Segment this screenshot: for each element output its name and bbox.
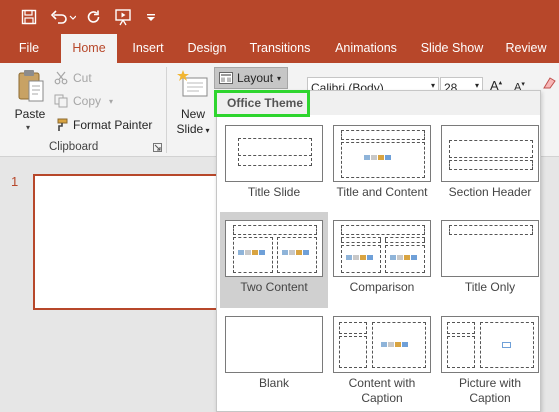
slide-number: 1 — [11, 174, 19, 189]
layout-thumbnail — [333, 316, 431, 373]
cut-button[interactable]: Cut — [54, 68, 92, 88]
copy-button[interactable]: Copy ▾ — [54, 91, 113, 111]
layout-thumbnail — [441, 316, 539, 373]
layout-thumbnail — [441, 125, 539, 182]
group-divider — [166, 67, 167, 153]
format-painter-label: Format Painter — [73, 118, 153, 132]
chevron-down-icon: ▾ — [26, 123, 31, 132]
content-icons — [238, 250, 265, 255]
chevron-down-icon: ▾ — [203, 126, 210, 135]
layout-label: Comparison — [349, 280, 415, 294]
layout-icon — [219, 72, 233, 84]
save-icon[interactable] — [18, 6, 40, 28]
ribbon-tabs: File Home Insert Design Transitions Anim… — [0, 34, 559, 63]
layout-thumbnail — [333, 125, 431, 182]
layout-label-text: Content with Caption — [348, 376, 416, 405]
content-icons — [364, 155, 391, 160]
tab-insert[interactable]: Insert — [124, 34, 172, 63]
layout-label: Blank — [258, 376, 290, 390]
chevron-down-icon[interactable]: ▾ — [475, 81, 479, 90]
content-icons — [390, 255, 417, 260]
paste-button[interactable]: Paste ▾ — [10, 67, 50, 137]
highlight-annotation — [214, 90, 310, 117]
clear-formatting-icon[interactable] — [540, 76, 556, 90]
format-painter-button[interactable]: Format Painter — [54, 115, 152, 135]
layout-label: Title Slide — [247, 185, 301, 199]
layout-label: Two Content — [240, 280, 308, 294]
layout-label: Section Header — [448, 185, 532, 199]
layout-thumbnail — [441, 220, 539, 277]
new-slide-label: New Slide ▾ — [170, 107, 216, 138]
layout-content-with-caption[interactable]: Content with Caption — [328, 308, 436, 406]
tab-home[interactable]: Home — [61, 34, 117, 63]
layout-title-slide[interactable]: Title Slide — [220, 117, 328, 213]
content-icons — [381, 342, 408, 347]
content-icons — [282, 250, 309, 255]
customize-qat-icon[interactable] — [144, 6, 158, 28]
copy-label: Copy — [73, 94, 102, 108]
new-slide-button[interactable]: New Slide ▾ — [170, 67, 216, 141]
tab-design[interactable]: Design — [182, 34, 232, 63]
layout-gallery: Office Theme Title Slide Title and Conte… — [216, 90, 541, 412]
paste-label: Paste — [14, 107, 46, 121]
clipboard-group-label: Clipboard — [49, 141, 99, 153]
layout-picture-with-caption[interactable]: Picture with Caption — [436, 308, 544, 406]
layout-label: Picture with Caption — [436, 376, 544, 406]
layout-button[interactable]: Layout ▾ — [214, 67, 288, 89]
paste-icon — [18, 70, 44, 102]
scissors-icon — [54, 71, 68, 85]
tab-file[interactable]: File — [10, 34, 48, 63]
layout-label: Content with Caption — [328, 376, 436, 406]
tab-slide-show[interactable]: Slide Show — [415, 34, 489, 63]
new-slide-label-line1: New — [180, 107, 205, 121]
new-slide-label-line2: Slide — [176, 122, 204, 136]
present-from-beginning-icon[interactable] — [112, 6, 134, 28]
undo-icon[interactable] — [50, 6, 76, 28]
slide-thumbnails-pane: 1 — [0, 158, 218, 412]
chevron-down-icon[interactable]: ▾ — [431, 81, 435, 90]
copy-icon — [54, 94, 68, 108]
layout-thumbnail — [225, 220, 323, 277]
tab-review[interactable]: Review — [501, 34, 551, 63]
paintbrush-icon — [57, 118, 68, 131]
tab-animations[interactable]: Animations — [328, 34, 404, 63]
layout-title-only[interactable]: Title Only — [436, 212, 544, 308]
slide-thumbnail[interactable] — [33, 174, 218, 310]
title-bar — [0, 0, 559, 34]
layout-section-header[interactable]: Section Header — [436, 117, 544, 213]
layout-thumbnail — [225, 125, 323, 182]
content-icons — [346, 255, 373, 260]
dialog-launcher-icon[interactable] — [153, 143, 162, 152]
chevron-down-icon: ▾ — [109, 96, 114, 106]
tab-transitions[interactable]: Transitions — [244, 34, 316, 63]
layout-label: Title Only — [464, 280, 516, 294]
layout-blank[interactable]: Blank — [220, 308, 328, 404]
layout-two-content[interactable]: Two Content — [220, 212, 328, 308]
layout-label: Layout — [237, 71, 274, 85]
cut-label: Cut — [73, 71, 92, 85]
layout-label-text: Picture with Caption — [458, 376, 522, 405]
redo-icon[interactable] — [84, 6, 104, 28]
layout-label: Title and Content — [336, 185, 428, 199]
layout-title-and-content[interactable]: Title and Content — [328, 117, 436, 213]
new-slide-icon — [177, 70, 208, 97]
layout-thumbnail — [225, 316, 323, 373]
picture-icon — [502, 342, 511, 348]
layout-comparison[interactable]: Comparison — [328, 212, 436, 308]
layout-thumbnail — [333, 220, 431, 277]
chevron-down-icon: ▾ — [277, 73, 282, 83]
